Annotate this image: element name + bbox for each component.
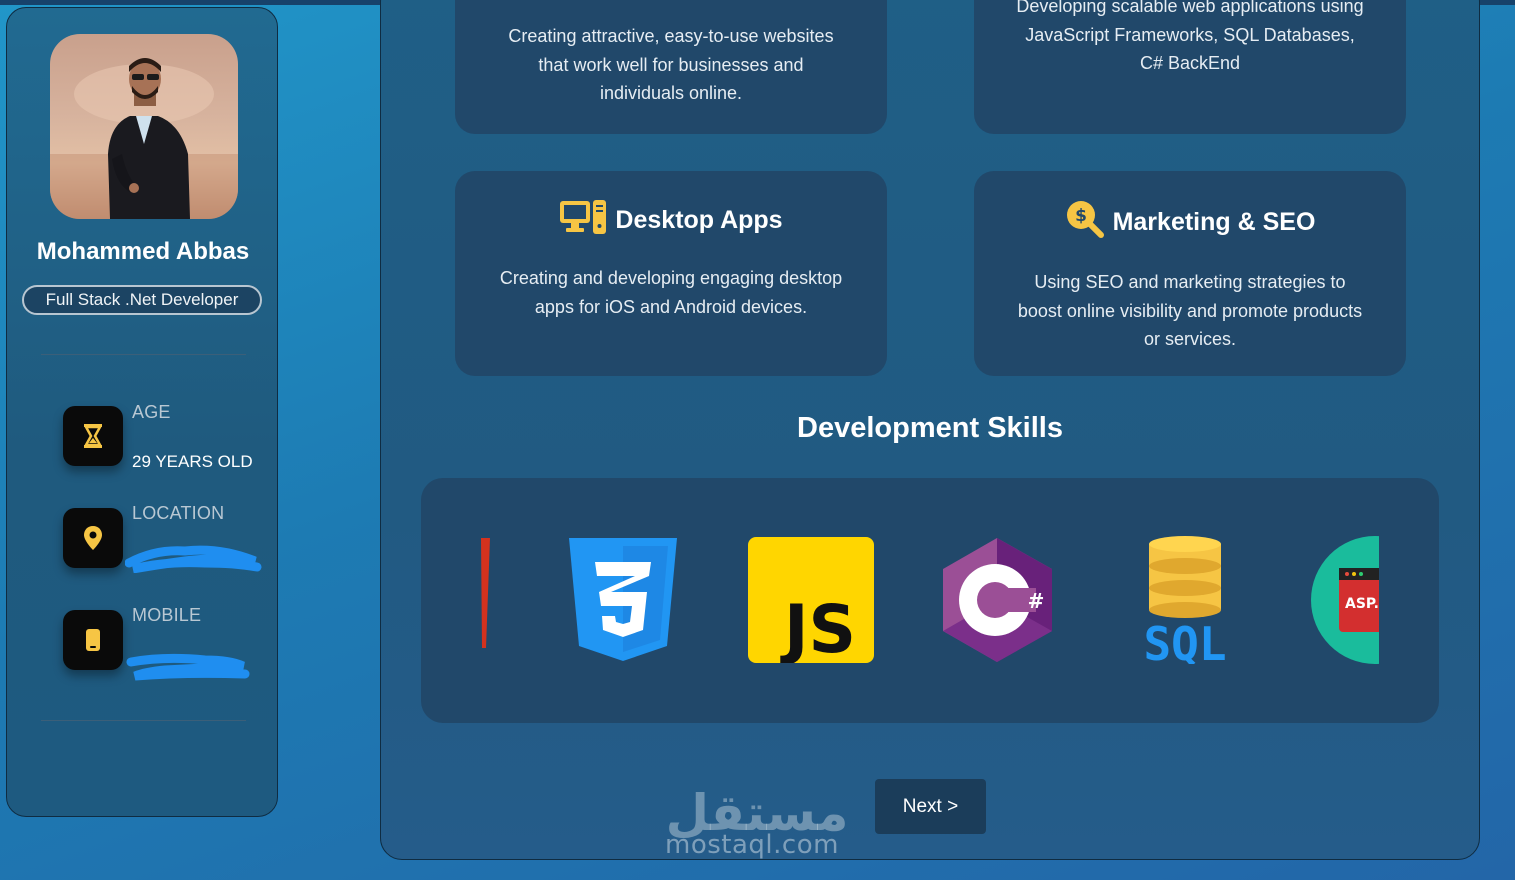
service-card-web-apps: Developing scalable web applications usi… bbox=[974, 0, 1406, 134]
service-description: Creating and developing engaging desktop… bbox=[499, 268, 843, 317]
next-button[interactable]: Next > bbox=[875, 779, 986, 834]
aspnet-logo: ASP.N bbox=[1311, 536, 1379, 664]
avatar bbox=[50, 34, 238, 219]
redacted-mobile bbox=[126, 653, 250, 681]
javascript-logo-label: JS bbox=[780, 591, 856, 663]
divider bbox=[41, 720, 246, 721]
csharp-logo: # bbox=[943, 538, 1052, 662]
mobile-label: MOBILE bbox=[132, 605, 202, 625]
service-title: $ Marketing & SEO bbox=[974, 199, 1406, 246]
css3-logo bbox=[569, 538, 677, 661]
service-title-text: Desktop Apps bbox=[615, 206, 783, 234]
service-card-marketing-seo: $ Marketing & SEO Using SEO and marketin… bbox=[974, 171, 1406, 376]
service-description: Creating attractive, easy-to-use website… bbox=[508, 26, 834, 103]
sql-logo: SQL bbox=[1143, 536, 1227, 664]
profile-sidebar: Mohammed Abbas Full Stack .Net Developer… bbox=[6, 7, 278, 817]
age-label: AGE bbox=[132, 402, 171, 422]
location-label: LOCATION bbox=[132, 503, 225, 523]
divider bbox=[41, 354, 246, 355]
svg-text:$: $ bbox=[1075, 206, 1087, 226]
service-title: Desktop Apps bbox=[455, 199, 887, 242]
service-card-desktop-apps: Desktop Apps Creating and developing eng… bbox=[455, 171, 887, 376]
mobile-phone-icon bbox=[63, 610, 123, 670]
html5-logo bbox=[481, 538, 490, 648]
section-title-skills: Development Skills bbox=[797, 412, 1063, 444]
skills-carousel[interactable]: JS # SQL ASP.N bbox=[421, 478, 1439, 723]
sql-logo-label: SQL bbox=[1143, 617, 1226, 664]
location-pin-icon bbox=[63, 508, 123, 568]
service-card-websites: Creating attractive, easy-to-use website… bbox=[455, 0, 887, 134]
redacted-location bbox=[125, 545, 262, 573]
service-description: Developing scalable web applications usi… bbox=[1016, 0, 1364, 73]
hourglass-icon bbox=[63, 406, 123, 466]
service-description: Using SEO and marketing strategies to bo… bbox=[1017, 272, 1363, 349]
role-badge: Full Stack .Net Developer bbox=[22, 285, 262, 315]
javascript-logo: JS bbox=[748, 537, 874, 663]
aspnet-logo-label: ASP.N bbox=[1345, 596, 1379, 612]
csharp-logo-label: # bbox=[1028, 589, 1045, 613]
dollar-search-icon: $ bbox=[1065, 199, 1105, 246]
age-value: 29 YEARS OLD bbox=[132, 452, 253, 471]
profile-name: Mohammed Abbas bbox=[36, 238, 250, 265]
watermark-text: mostaql.com bbox=[665, 830, 839, 860]
desktop-computer-icon bbox=[559, 199, 607, 242]
service-title-text: Marketing & SEO bbox=[1112, 208, 1316, 236]
